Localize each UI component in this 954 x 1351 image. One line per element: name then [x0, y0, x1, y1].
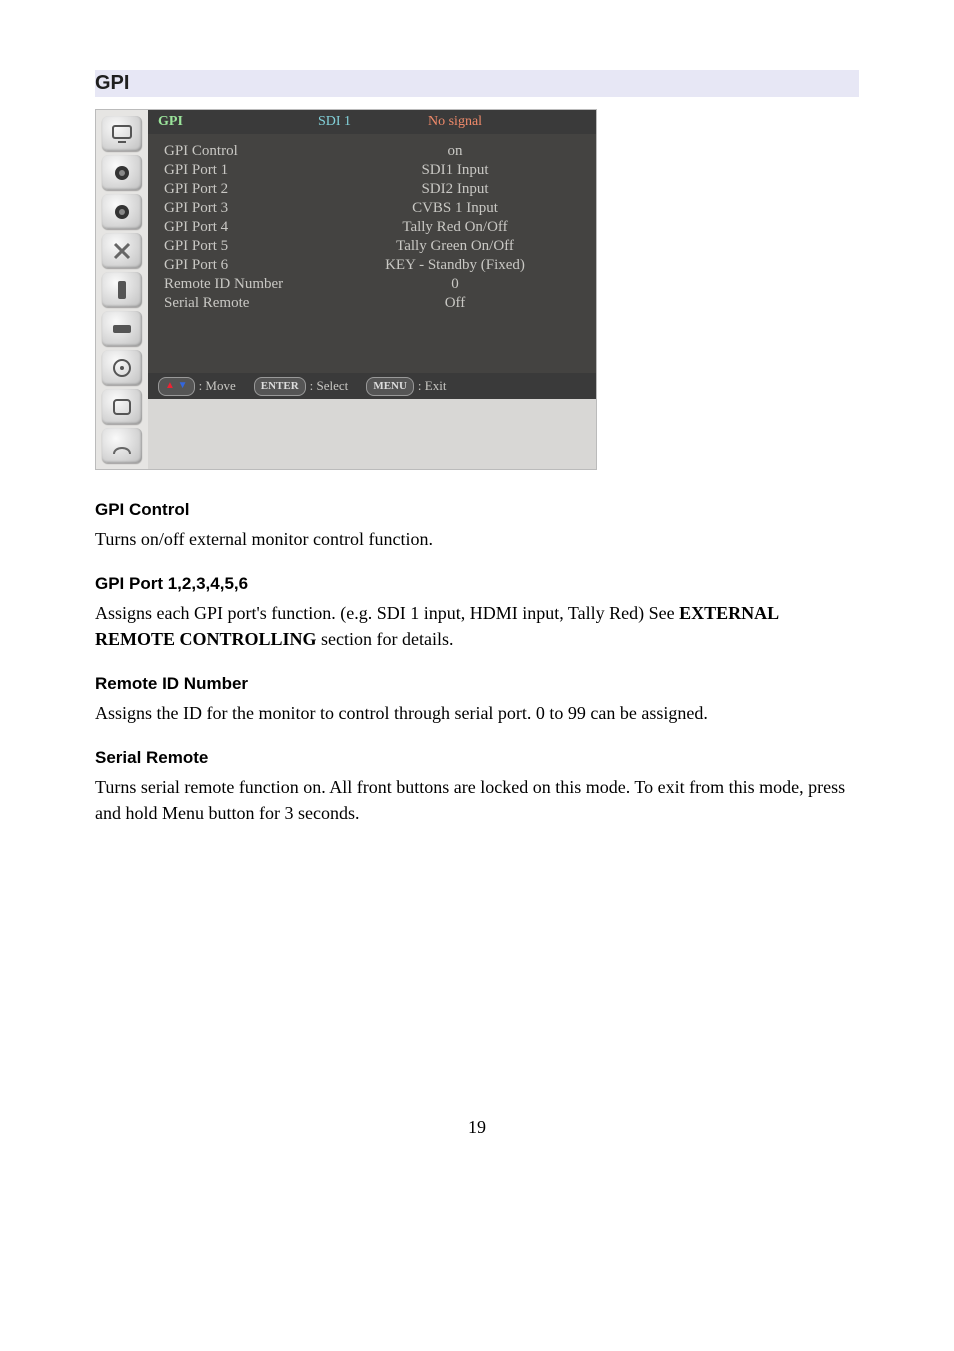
tools-icon [102, 233, 142, 268]
enter-key-icon: ENTER [254, 377, 306, 396]
osd-row-label: GPI Port 1 [164, 162, 354, 179]
osd-row-value: Off [354, 295, 596, 312]
osd-row: GPI Port 1SDI1 Input [148, 161, 596, 180]
select-hint: ENTER : Select [254, 377, 349, 396]
osd-row-value: Tally Green On/Off [354, 238, 596, 255]
osd-row-value: Tally Red On/Off [354, 219, 596, 236]
osd-row-value: on [354, 143, 596, 160]
osd-screenshot: GPI SDI 1 No signal GPI Controlon GPI Po… [95, 109, 859, 470]
osd-row: GPI Port 6KEY - Standby (Fixed) [148, 256, 596, 275]
osd-row-label: GPI Port 6 [164, 257, 354, 274]
osd-row-label: GPI Port 5 [164, 238, 354, 255]
label-icon [102, 311, 142, 346]
osd-row-value: CVBS 1 Input [354, 200, 596, 217]
osd-footer: ▲ ▼ : Move ENTER : Select MENU : Exit [148, 373, 596, 399]
gpi-port-heading: GPI Port 1,2,3,4,5,6 [95, 574, 859, 594]
osd-row: GPI Controlon [148, 142, 596, 161]
osd-header-status: No signal [428, 114, 482, 130]
section-title: GPI [95, 70, 859, 97]
osd-body: GPI Controlon GPI Port 1SDI1 Input GPI P… [148, 134, 596, 373]
gpi-port-text-pre: Assigns each GPI port's function. (e.g. … [95, 603, 679, 623]
monitor-icon [102, 116, 142, 151]
osd-row-label: GPI Port 2 [164, 181, 354, 198]
osd-row-label: Serial Remote [164, 295, 354, 312]
menu-key-icon: MENU [366, 377, 414, 396]
osd-row: Serial RemoteOff [148, 294, 596, 313]
gpi-port-text: Assigns each GPI port's function. (e.g. … [95, 600, 859, 652]
exit-hint: MENU : Exit [366, 377, 446, 396]
osd-row: GPI Port 2SDI2 Input [148, 180, 596, 199]
osd-header-title: GPI [148, 114, 318, 130]
osd-row-value: SDI1 Input [354, 162, 596, 179]
osd-row-label: Remote ID Number [164, 276, 354, 293]
osd-row: GPI Port 5Tally Green On/Off [148, 237, 596, 256]
gpi-control-text: Turns on/off external monitor control fu… [95, 526, 859, 552]
osd-sidebar [96, 110, 148, 469]
osd-row-label: GPI Port 3 [164, 200, 354, 217]
serial-remote-heading: Serial Remote [95, 748, 859, 768]
osd-row: GPI Port 3CVBS 1 Input [148, 199, 596, 218]
osd-row-value: SDI2 Input [354, 181, 596, 198]
osd-row-label: GPI Port 4 [164, 219, 354, 236]
osd-header: GPI SDI 1 No signal [148, 110, 596, 134]
gpi-port-text-post: section for details. [317, 629, 454, 649]
up-down-key-icon: ▲ ▼ [158, 377, 195, 396]
misc-icon [102, 428, 142, 463]
osd-row: GPI Port 4Tally Red On/Off [148, 218, 596, 237]
move-hint: ▲ ▼ : Move [158, 377, 236, 396]
gear-2-icon [102, 194, 142, 229]
osd-row-label: GPI Control [164, 143, 354, 160]
page-number: 19 [95, 1117, 859, 1138]
osd-row: Remote ID Number0 [148, 275, 596, 294]
osd-row-value: 0 [354, 276, 596, 293]
osd-header-input: SDI 1 [318, 114, 428, 130]
osd-row-value: KEY - Standby (Fixed) [354, 257, 596, 274]
remote-id-text: Assigns the ID for the monitor to contro… [95, 700, 859, 726]
scope-icon [102, 350, 142, 385]
move-label: : Move [199, 378, 236, 394]
exit-label: : Exit [418, 378, 447, 394]
remote-id-heading: Remote ID Number [95, 674, 859, 694]
gear-1-icon [102, 155, 142, 190]
remote-icon [102, 272, 142, 307]
card-icon [102, 389, 142, 424]
select-label: : Select [310, 378, 349, 394]
gpi-control-heading: GPI Control [95, 500, 859, 520]
serial-remote-text: Turns serial remote function on. All fro… [95, 774, 859, 826]
